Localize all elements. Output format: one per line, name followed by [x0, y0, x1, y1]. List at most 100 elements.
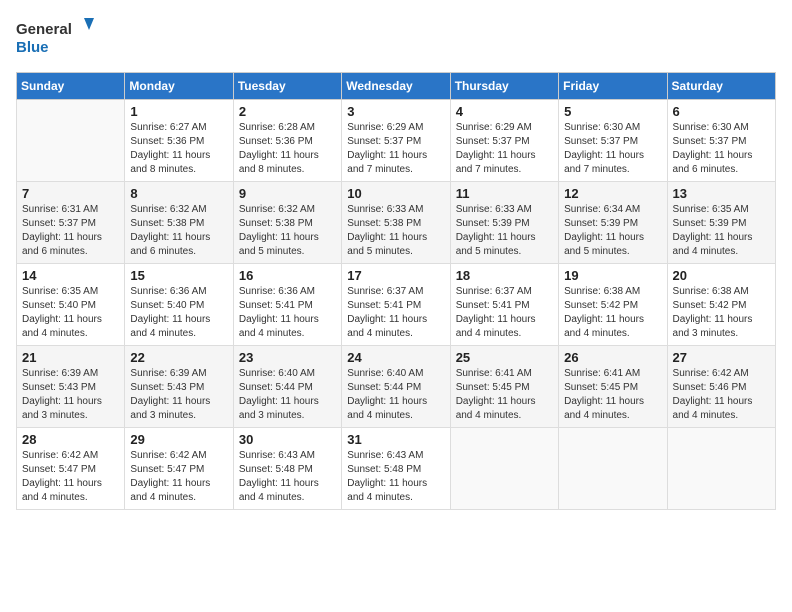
day-number: 17 — [347, 268, 444, 283]
day-info: Sunrise: 6:30 AMSunset: 5:37 PMDaylight:… — [673, 121, 770, 177]
calendar-cell: 15 Sunrise: 6:36 AMSunset: 5:40 PMDaylig… — [125, 264, 233, 346]
calendar-cell: 24 Sunrise: 6:40 AMSunset: 5:44 PMDaylig… — [342, 346, 450, 428]
day-info: Sunrise: 6:38 AMSunset: 5:42 PMDaylight:… — [673, 285, 770, 341]
day-number: 12 — [564, 186, 661, 201]
calendar-cell: 17 Sunrise: 6:37 AMSunset: 5:41 PMDaylig… — [342, 264, 450, 346]
day-number: 19 — [564, 268, 661, 283]
day-number: 28 — [22, 432, 119, 447]
day-number: 11 — [456, 186, 553, 201]
day-info: Sunrise: 6:34 AMSunset: 5:39 PMDaylight:… — [564, 203, 661, 259]
day-number: 7 — [22, 186, 119, 201]
calendar-cell — [450, 428, 558, 510]
day-info: Sunrise: 6:29 AMSunset: 5:37 PMDaylight:… — [347, 121, 444, 177]
calendar-cell: 11 Sunrise: 6:33 AMSunset: 5:39 PMDaylig… — [450, 182, 558, 264]
calendar-cell: 18 Sunrise: 6:37 AMSunset: 5:41 PMDaylig… — [450, 264, 558, 346]
day-number: 1 — [130, 104, 227, 119]
day-number: 31 — [347, 432, 444, 447]
calendar-week-3: 14 Sunrise: 6:35 AMSunset: 5:40 PMDaylig… — [17, 264, 776, 346]
calendar-week-2: 7 Sunrise: 6:31 AMSunset: 5:37 PMDayligh… — [17, 182, 776, 264]
day-number: 10 — [347, 186, 444, 201]
day-number: 13 — [673, 186, 770, 201]
day-info: Sunrise: 6:35 AMSunset: 5:40 PMDaylight:… — [22, 285, 119, 341]
day-number: 26 — [564, 350, 661, 365]
day-info: Sunrise: 6:29 AMSunset: 5:37 PMDaylight:… — [456, 121, 553, 177]
calendar-cell: 29 Sunrise: 6:42 AMSunset: 5:47 PMDaylig… — [125, 428, 233, 510]
svg-text:Blue: Blue — [16, 39, 49, 56]
column-header-wednesday: Wednesday — [342, 73, 450, 100]
calendar-cell: 1 Sunrise: 6:27 AMSunset: 5:36 PMDayligh… — [125, 100, 233, 182]
calendar-cell: 21 Sunrise: 6:39 AMSunset: 5:43 PMDaylig… — [17, 346, 125, 428]
day-number: 20 — [673, 268, 770, 283]
calendar-cell: 30 Sunrise: 6:43 AMSunset: 5:48 PMDaylig… — [233, 428, 341, 510]
day-number: 30 — [239, 432, 336, 447]
day-number: 21 — [22, 350, 119, 365]
day-number: 14 — [22, 268, 119, 283]
day-number: 9 — [239, 186, 336, 201]
day-info: Sunrise: 6:37 AMSunset: 5:41 PMDaylight:… — [347, 285, 444, 341]
day-info: Sunrise: 6:42 AMSunset: 5:47 PMDaylight:… — [22, 449, 119, 505]
day-number: 24 — [347, 350, 444, 365]
day-info: Sunrise: 6:39 AMSunset: 5:43 PMDaylight:… — [22, 367, 119, 423]
calendar-cell: 23 Sunrise: 6:40 AMSunset: 5:44 PMDaylig… — [233, 346, 341, 428]
calendar-cell: 16 Sunrise: 6:36 AMSunset: 5:41 PMDaylig… — [233, 264, 341, 346]
day-info: Sunrise: 6:36 AMSunset: 5:41 PMDaylight:… — [239, 285, 336, 341]
day-info: Sunrise: 6:40 AMSunset: 5:44 PMDaylight:… — [347, 367, 444, 423]
day-number: 4 — [456, 104, 553, 119]
logo: General Blue — [16, 16, 96, 60]
day-info: Sunrise: 6:40 AMSunset: 5:44 PMDaylight:… — [239, 367, 336, 423]
day-info: Sunrise: 6:43 AMSunset: 5:48 PMDaylight:… — [239, 449, 336, 505]
day-number: 16 — [239, 268, 336, 283]
day-info: Sunrise: 6:27 AMSunset: 5:36 PMDaylight:… — [130, 121, 227, 177]
day-number: 5 — [564, 104, 661, 119]
calendar-cell: 2 Sunrise: 6:28 AMSunset: 5:36 PMDayligh… — [233, 100, 341, 182]
day-info: Sunrise: 6:38 AMSunset: 5:42 PMDaylight:… — [564, 285, 661, 341]
day-info: Sunrise: 6:35 AMSunset: 5:39 PMDaylight:… — [673, 203, 770, 259]
day-number: 8 — [130, 186, 227, 201]
calendar-cell: 5 Sunrise: 6:30 AMSunset: 5:37 PMDayligh… — [559, 100, 667, 182]
day-number: 2 — [239, 104, 336, 119]
day-info: Sunrise: 6:42 AMSunset: 5:46 PMDaylight:… — [673, 367, 770, 423]
day-info: Sunrise: 6:41 AMSunset: 5:45 PMDaylight:… — [456, 367, 553, 423]
header-row: SundayMondayTuesdayWednesdayThursdayFrid… — [17, 73, 776, 100]
calendar-cell: 12 Sunrise: 6:34 AMSunset: 5:39 PMDaylig… — [559, 182, 667, 264]
day-info: Sunrise: 6:36 AMSunset: 5:40 PMDaylight:… — [130, 285, 227, 341]
calendar-cell: 27 Sunrise: 6:42 AMSunset: 5:46 PMDaylig… — [667, 346, 775, 428]
day-info: Sunrise: 6:30 AMSunset: 5:37 PMDaylight:… — [564, 121, 661, 177]
calendar-cell: 14 Sunrise: 6:35 AMSunset: 5:40 PMDaylig… — [17, 264, 125, 346]
calendar-cell — [559, 428, 667, 510]
calendar-cell: 22 Sunrise: 6:39 AMSunset: 5:43 PMDaylig… — [125, 346, 233, 428]
column-header-friday: Friday — [559, 73, 667, 100]
column-header-tuesday: Tuesday — [233, 73, 341, 100]
day-number: 22 — [130, 350, 227, 365]
svg-text:General: General — [16, 21, 72, 38]
day-number: 25 — [456, 350, 553, 365]
day-number: 27 — [673, 350, 770, 365]
day-info: Sunrise: 6:41 AMSunset: 5:45 PMDaylight:… — [564, 367, 661, 423]
calendar-cell: 19 Sunrise: 6:38 AMSunset: 5:42 PMDaylig… — [559, 264, 667, 346]
calendar-cell: 31 Sunrise: 6:43 AMSunset: 5:48 PMDaylig… — [342, 428, 450, 510]
calendar-cell: 8 Sunrise: 6:32 AMSunset: 5:38 PMDayligh… — [125, 182, 233, 264]
calendar-cell: 25 Sunrise: 6:41 AMSunset: 5:45 PMDaylig… — [450, 346, 558, 428]
logo-svg: General Blue — [16, 16, 96, 60]
calendar-cell: 13 Sunrise: 6:35 AMSunset: 5:39 PMDaylig… — [667, 182, 775, 264]
calendar-cell — [17, 100, 125, 182]
day-number: 6 — [673, 104, 770, 119]
calendar-cell: 3 Sunrise: 6:29 AMSunset: 5:37 PMDayligh… — [342, 100, 450, 182]
day-info: Sunrise: 6:28 AMSunset: 5:36 PMDaylight:… — [239, 121, 336, 177]
calendar-cell: 9 Sunrise: 6:32 AMSunset: 5:38 PMDayligh… — [233, 182, 341, 264]
calendar-cell: 10 Sunrise: 6:33 AMSunset: 5:38 PMDaylig… — [342, 182, 450, 264]
page-header: General Blue — [16, 16, 776, 60]
day-number: 18 — [456, 268, 553, 283]
calendar-cell — [667, 428, 775, 510]
calendar-table: SundayMondayTuesdayWednesdayThursdayFrid… — [16, 72, 776, 510]
day-number: 23 — [239, 350, 336, 365]
calendar-cell: 6 Sunrise: 6:30 AMSunset: 5:37 PMDayligh… — [667, 100, 775, 182]
column-header-monday: Monday — [125, 73, 233, 100]
day-info: Sunrise: 6:43 AMSunset: 5:48 PMDaylight:… — [347, 449, 444, 505]
column-header-thursday: Thursday — [450, 73, 558, 100]
calendar-cell: 20 Sunrise: 6:38 AMSunset: 5:42 PMDaylig… — [667, 264, 775, 346]
column-header-sunday: Sunday — [17, 73, 125, 100]
day-number: 3 — [347, 104, 444, 119]
calendar-week-5: 28 Sunrise: 6:42 AMSunset: 5:47 PMDaylig… — [17, 428, 776, 510]
day-info: Sunrise: 6:32 AMSunset: 5:38 PMDaylight:… — [239, 203, 336, 259]
